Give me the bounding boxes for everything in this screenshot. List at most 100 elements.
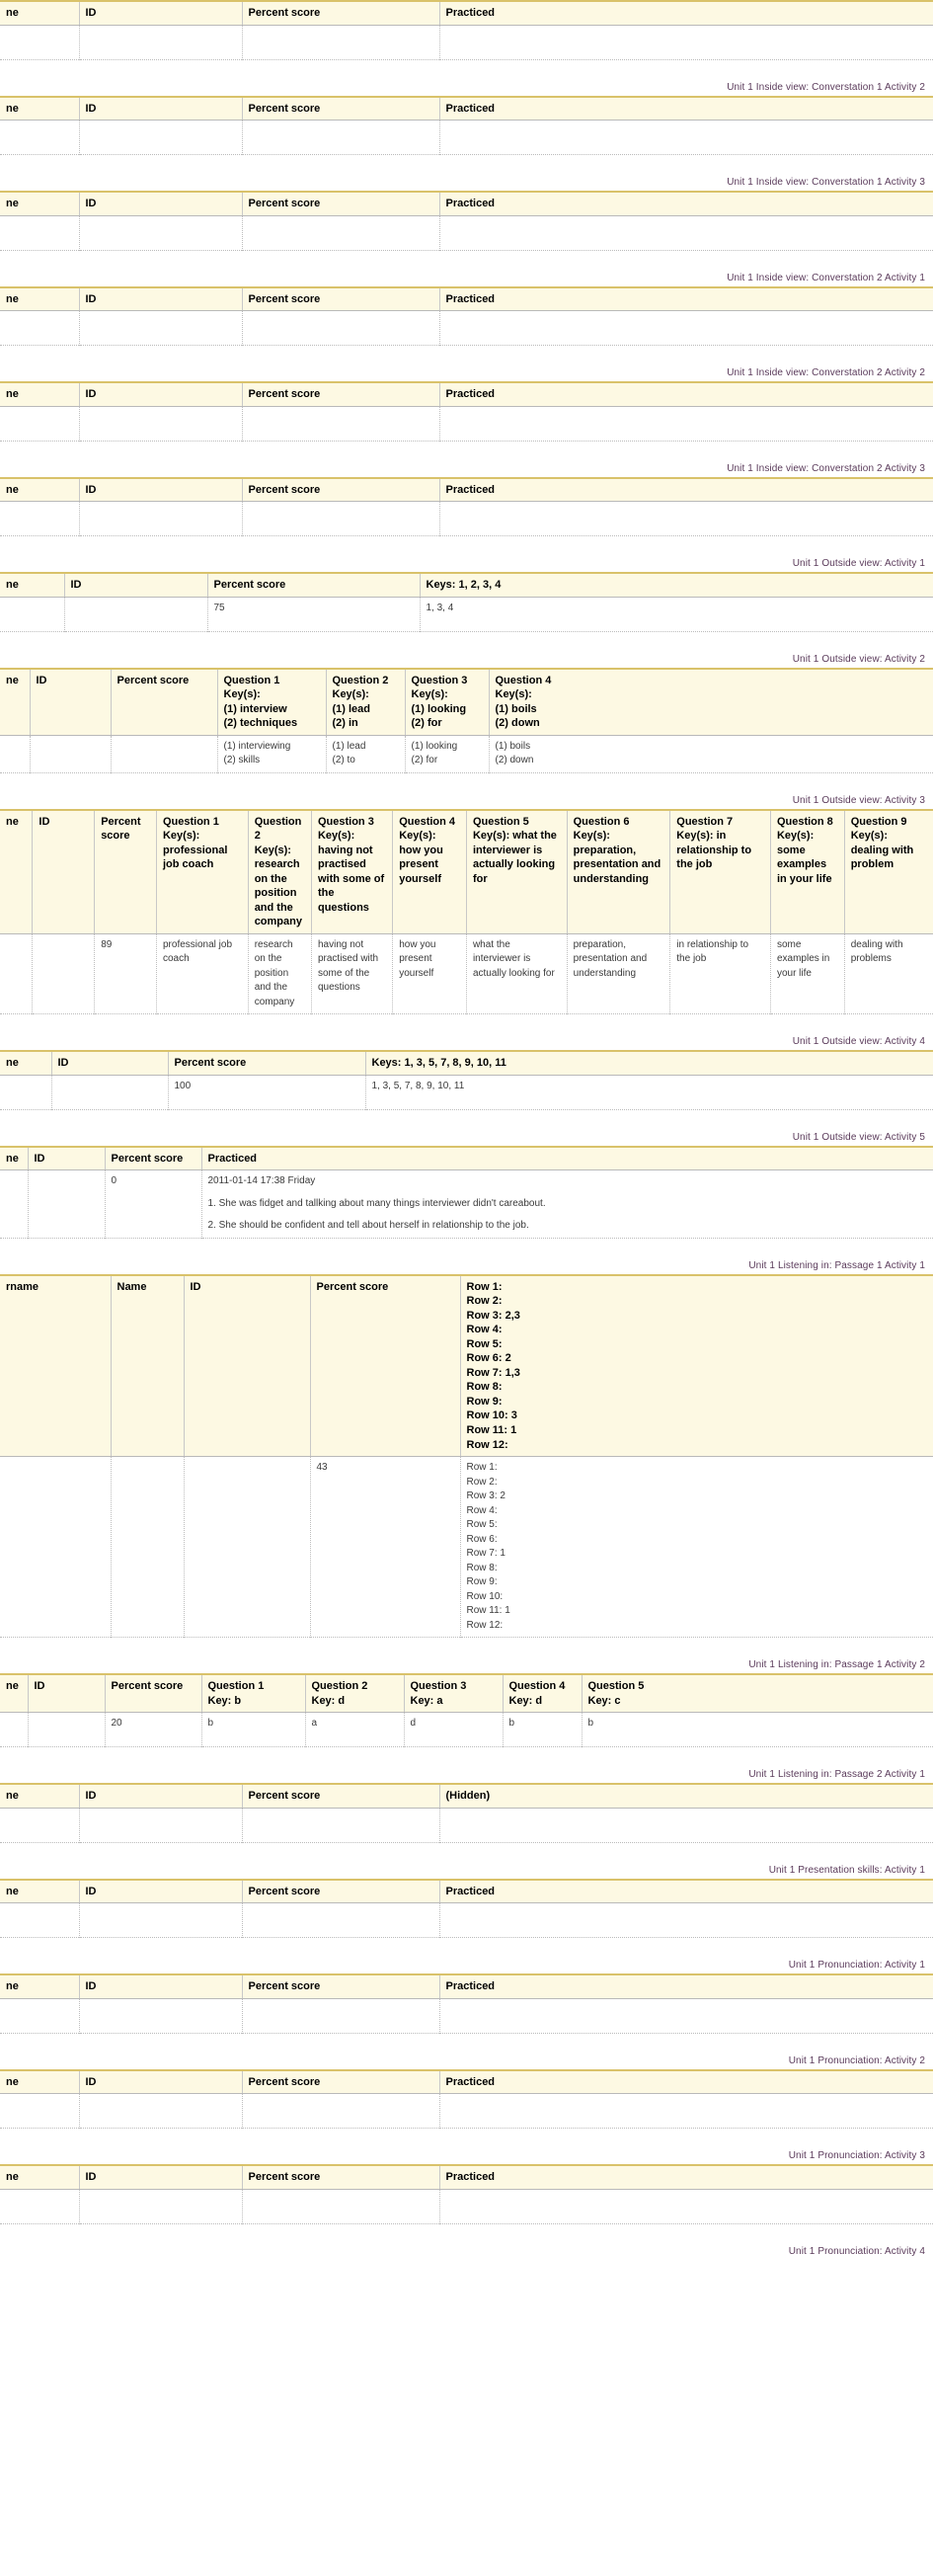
col-percent-score: Percent score [207, 573, 421, 598]
section-caption: Unit 1 Outside view: Activity 5 [792, 1131, 925, 1143]
results-table: ne ID Percent score Practiced [0, 476, 933, 537]
col-id: ID [79, 477, 243, 503]
question-key-1: (1) looking [411, 702, 467, 715]
cell-practiced [439, 1902, 933, 1938]
section-caption: Unit 1 Inside view: Converstation 1 Acti… [727, 177, 925, 189]
question-title: Question 3 [317, 815, 374, 828]
col-name: ne [0, 668, 31, 736]
results-table: ne ID Percent score Practiced 0 2011-01-… [0, 1145, 933, 1239]
col-row-keys: Row 1: Row 2: Row 3: 2,3 Row 4: Row 5: R… [460, 1274, 933, 1458]
question-key-1: (1) interview [223, 702, 287, 715]
section-caption: Unit 1 Outside view: Activity 4 [792, 1036, 925, 1048]
col-percent-score: Percent score [242, 477, 440, 503]
results-table: ne ID Percent score Question 1 Key(s): p… [0, 808, 933, 1015]
col-percent-score: Percent score [242, 2069, 440, 2095]
question-key: Key: a [410, 1694, 443, 1707]
question-key-1: (1) lead [332, 702, 371, 715]
cell-answer-q4: b [503, 1712, 583, 1747]
cell-answer-q3: (1) looking (2) for [405, 735, 490, 773]
table-header-row: ne ID Percent score Practiced [0, 477, 933, 503]
cell-practiced: 2011-01-14 17:38 Friday 1. She was fidge… [201, 1169, 933, 1239]
col-keys: Keys: 1, 2, 3, 4 [420, 573, 933, 598]
col-id: ID [32, 809, 96, 934]
row-key-6: Row 6: 2 [466, 1352, 511, 1365]
question-keys: Key(s): having not practised with some o… [317, 830, 385, 914]
col-question-3: Question 3 Key(s): having not practised … [311, 809, 394, 934]
question-keys: Key(s): some examples in your life [776, 830, 832, 885]
question-keys: Key(s): dealing with problem [850, 830, 914, 871]
col-question-8: Question 8 Key(s): some examples in your… [770, 809, 845, 934]
col-question-9: Question 9 Key(s): dealing with problem [844, 809, 933, 934]
cell-percent [242, 1808, 440, 1843]
answer-line-1: (1) lead [332, 740, 366, 752]
question-title: Question 2 [332, 674, 389, 686]
cell-answer-q1: b [201, 1712, 306, 1747]
col-question-4: Question 4 Key(s): how you present yours… [392, 809, 467, 934]
question-keys: Key(s): in relationship to the job [676, 830, 752, 871]
col-name: ne [0, 573, 65, 598]
cell-id [79, 1902, 243, 1938]
cell-answer-q6: preparation, presentation and understand… [567, 933, 671, 1014]
report-section-4: Unit 1 Inside view: Converstation 2 Acti… [0, 363, 933, 442]
question-key-2: (2) techniques [223, 717, 298, 730]
table-row: 20 b a d b b [0, 1712, 933, 1747]
cell-answer-q3: d [404, 1712, 504, 1747]
results-table: ne ID Percent score Practiced [0, 1878, 933, 1939]
row-answer-12: Row 12: [466, 1619, 504, 1631]
cell-name [0, 2093, 80, 2129]
col-practiced: Practiced [439, 477, 933, 503]
cell-percent [242, 1902, 440, 1938]
cell-percent [242, 501, 440, 536]
cell-practiced [439, 501, 933, 536]
answer-line-2: (2) to [332, 755, 355, 766]
question-title: Question 1 [162, 815, 219, 828]
cell-row-answers: Row 1: Row 2: Row 3: 2 Row 4: Row 5: Row… [460, 1456, 933, 1638]
question-title: Question 8 [776, 815, 833, 828]
cell-id [28, 1712, 106, 1747]
report-section-3: Unit 1 Inside view: Converstation 2 Acti… [0, 269, 933, 347]
report-section-outside-activity-1: Unit 1 Outside view: Activity 1 ne ID Pe… [0, 554, 933, 632]
section-caption: Unit 1 Pronunciation: Activity 4 [788, 2245, 925, 2257]
cell-percent [242, 120, 440, 155]
table-header-row: ne ID Percent score Question 1 Key(s): (… [0, 668, 933, 736]
table-row [0, 215, 933, 251]
col-question-4: Question 4 Key(s): (1) boils (2) down [489, 668, 933, 736]
cell-keys: 1, 3, 5, 7, 8, 9, 10, 11 [365, 1075, 933, 1110]
col-name: ne [0, 1051, 52, 1076]
col-username: rname [0, 1274, 112, 1458]
col-id: ID [28, 1674, 106, 1714]
col-practiced: Practiced [439, 2069, 933, 2095]
cell-id [79, 25, 243, 60]
question-keys: Key(s): research on the position and the… [254, 844, 302, 928]
col-id: ID [79, 286, 243, 312]
col-question-1: Question 1 Key(s): professional job coac… [156, 809, 249, 934]
cell-name [111, 1456, 185, 1638]
row-answer-6: Row 6: [466, 1533, 498, 1545]
cell-percent: 43 [310, 1456, 461, 1638]
cell-practiced [439, 310, 933, 346]
table-row [0, 1902, 933, 1938]
cell-practiced [439, 2093, 933, 2129]
cell-keys: 1, 3, 4 [420, 597, 933, 632]
question-keys-label: Key(s): [495, 688, 532, 701]
section-caption: Unit 1 Inside view: Converstation 2 Acti… [727, 367, 925, 379]
col-id: ID [79, 1879, 243, 1904]
cell-answer-q2: research on the position and the company [248, 933, 312, 1014]
table-header-row: ne ID Percent score Question 1 Key: b Qu… [0, 1674, 933, 1714]
row-key-11: Row 11: 1 [466, 1423, 517, 1436]
col-question-1: Question 1 Key: b [201, 1674, 306, 1714]
cell-id [30, 735, 112, 773]
cell-username [0, 1456, 112, 1638]
results-table: ne ID Percent score Question 1 Key(s): (… [0, 667, 933, 773]
col-question-6: Question 6 Key(s): preparation, presenta… [567, 809, 671, 934]
row-answer-3: Row 3: 2 [466, 1490, 505, 1502]
results-table: ne ID Percent score Practiced [0, 191, 933, 251]
